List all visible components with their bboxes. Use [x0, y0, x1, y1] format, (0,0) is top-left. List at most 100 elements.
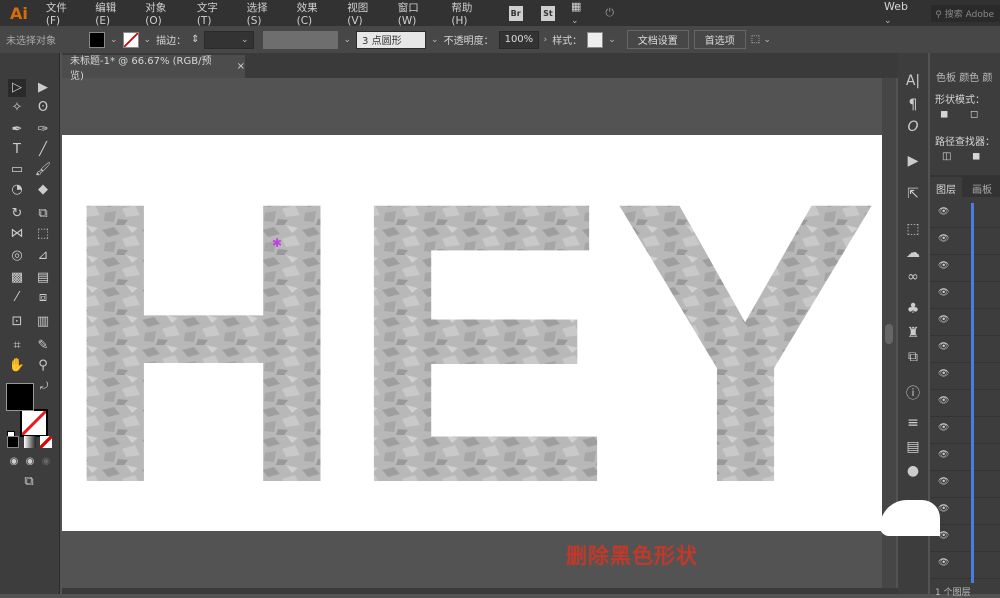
preferences-button[interactable]: 首选项: [693, 30, 746, 49]
stroke-panel-icon[interactable]: ≡: [898, 415, 928, 431]
rectangle-tool-icon[interactable]: ▭: [8, 161, 26, 179]
search-input[interactable]: ⚲ 搜索 Adobe: [931, 4, 1000, 22]
none-mode-button[interactable]: [40, 436, 52, 448]
visibility-eye-icon[interactable]: 👁: [938, 207, 949, 217]
perspective-grid-tool-icon[interactable]: ⊿: [34, 247, 52, 265]
selection-tool-icon[interactable]: ▷: [8, 79, 26, 97]
magic-wand-tool-icon[interactable]: ✧: [8, 99, 26, 117]
info-icon[interactable]: ⓘ: [898, 383, 928, 403]
scrollbar-thumb[interactable]: [885, 324, 893, 344]
slice-tool-icon[interactable]: ✎: [34, 337, 52, 355]
tab-color[interactable]: 颜色: [959, 73, 979, 84]
layer-row[interactable]: 👁: [930, 201, 1000, 228]
layer-row[interactable]: 👁: [930, 390, 1000, 417]
shape-builder-tool-icon[interactable]: ◎: [8, 247, 26, 265]
visibility-eye-icon[interactable]: 👁: [938, 234, 949, 244]
stock-button[interactable]: St: [540, 5, 555, 21]
visibility-eye-icon[interactable]: 👁: [938, 423, 949, 433]
paintbrush-tool-icon[interactable]: 🖌: [34, 161, 52, 179]
actions-icon[interactable]: ▶: [898, 153, 928, 169]
layer-row[interactable]: 👁: [930, 444, 1000, 471]
layer-row[interactable]: 👁: [930, 282, 1000, 309]
layer-row[interactable]: 👁: [930, 471, 1000, 498]
gpu-performance-icon[interactable]: ⏻: [605, 6, 614, 20]
visibility-eye-icon[interactable]: 👁: [938, 315, 949, 325]
menu-object[interactable]: 对象(O): [137, 0, 189, 27]
unite-button[interactable]: ◼: [940, 109, 948, 120]
menu-select[interactable]: 选择(S): [239, 0, 289, 27]
arrange-documents-icon[interactable]: ▦ ⌄: [571, 0, 591, 26]
transform-icon[interactable]: ⬚: [898, 221, 928, 237]
lasso-tool-icon[interactable]: ʘ: [34, 99, 52, 117]
visibility-eye-icon[interactable]: 👁: [938, 450, 949, 460]
visibility-eye-icon[interactable]: 👁: [938, 477, 949, 487]
asset-export-icon[interactable]: ⧉: [898, 349, 928, 365]
visibility-eye-icon[interactable]: 👁: [938, 558, 949, 568]
bridge-button[interactable]: Br: [508, 5, 523, 21]
draw-inside-icon[interactable]: ◉: [37, 453, 55, 471]
brushes-icon[interactable]: ♜: [898, 325, 928, 341]
visibility-eye-icon[interactable]: 👁: [938, 396, 949, 406]
hand-tool-icon[interactable]: ✋: [8, 357, 26, 375]
eraser-tool-icon[interactable]: ◆: [34, 181, 52, 199]
layer-row[interactable]: 👁: [930, 336, 1000, 363]
fill-swatch[interactable]: [89, 31, 105, 48]
document-setup-button[interactable]: 文档设置: [626, 30, 689, 49]
visibility-eye-icon[interactable]: 👁: [938, 288, 949, 298]
column-graph-tool-icon[interactable]: ▥: [34, 313, 52, 331]
trim-button[interactable]: ◼: [972, 151, 980, 162]
layer-row[interactable]: 👁: [930, 498, 1000, 525]
workspace-switcher[interactable]: Web ⌄: [884, 0, 917, 26]
layer-row[interactable]: 👁: [930, 363, 1000, 390]
tab-more[interactable]: 颜: [982, 73, 992, 84]
swap-colors-icon[interactable]: ⤾: [40, 381, 48, 392]
graphic-style-swatch[interactable]: [587, 31, 604, 48]
visibility-eye-icon[interactable]: 👁: [938, 369, 949, 379]
type-tool-icon[interactable]: T: [8, 141, 26, 159]
screen-mode-icon[interactable]: ⧉: [20, 473, 38, 491]
layer-row[interactable]: 👁: [930, 309, 1000, 336]
menu-edit[interactable]: 编辑(E): [87, 0, 137, 27]
export-icon[interactable]: ⇱: [898, 186, 928, 202]
variable-width-profile[interactable]: [263, 30, 339, 49]
fill-color-box[interactable]: [6, 383, 34, 411]
visibility-eye-icon[interactable]: 👁: [938, 504, 949, 514]
opentype-icon[interactable]: O: [898, 119, 928, 135]
free-transform-tool-icon[interactable]: ⬚: [34, 225, 52, 243]
artboard-tool-icon[interactable]: ⌗: [8, 337, 26, 355]
zoom-tool-icon[interactable]: ⚲: [34, 357, 52, 375]
hey-letters[interactable]: HEY: [60, 119, 878, 566]
symbol-sprayer-tool-icon[interactable]: ⊡: [8, 313, 26, 331]
curvature-tool-icon[interactable]: ✑: [34, 121, 52, 139]
menu-window[interactable]: 窗口(W): [390, 0, 444, 27]
layer-row[interactable]: 👁: [930, 552, 1000, 579]
close-tab-button[interactable]: ×: [237, 61, 245, 72]
blend-tool-icon[interactable]: ⧈: [34, 289, 52, 307]
tab-layers[interactable]: 图层: [930, 177, 962, 197]
stroke-swatch[interactable]: [122, 31, 139, 48]
mesh-tool-icon[interactable]: ▩: [8, 269, 26, 287]
divide-button[interactable]: ◫: [942, 151, 951, 162]
gradient-tool-icon[interactable]: ▤: [34, 269, 52, 287]
visibility-eye-icon[interactable]: 👁: [938, 342, 949, 352]
stroke-color-box[interactable]: [20, 409, 48, 437]
hey-artwork[interactable]: HEY ✱: [60, 119, 882, 566]
gradient-panel-icon[interactable]: ▤: [898, 439, 928, 455]
layer-row[interactable]: 👁: [930, 228, 1000, 255]
menu-type[interactable]: 文字(T): [189, 0, 239, 27]
pen-tool-icon[interactable]: ✒: [8, 121, 26, 139]
symbols-icon[interactable]: ♣: [898, 301, 928, 317]
menu-effect[interactable]: 效果(C): [289, 0, 340, 27]
transparency-icon[interactable]: ●: [898, 463, 928, 479]
character-icon[interactable]: A|: [898, 73, 928, 89]
visibility-eye-icon[interactable]: 👁: [938, 261, 949, 271]
stroke-weight-input[interactable]: ⌄: [204, 30, 255, 49]
minus-front-button[interactable]: ◻: [970, 109, 978, 120]
layer-row[interactable]: 👁: [930, 417, 1000, 444]
width-tool-icon[interactable]: ⋈: [8, 225, 26, 243]
brush-definition[interactable]: 3 点圆形: [356, 30, 427, 49]
select-similar-icon[interactable]: ⬚ ⌄: [751, 34, 771, 45]
stroke-stepper[interactable]: ⇕: [191, 34, 199, 45]
tab-swatches[interactable]: 色板: [936, 73, 956, 84]
rotate-tool-icon[interactable]: ↻: [8, 205, 26, 223]
